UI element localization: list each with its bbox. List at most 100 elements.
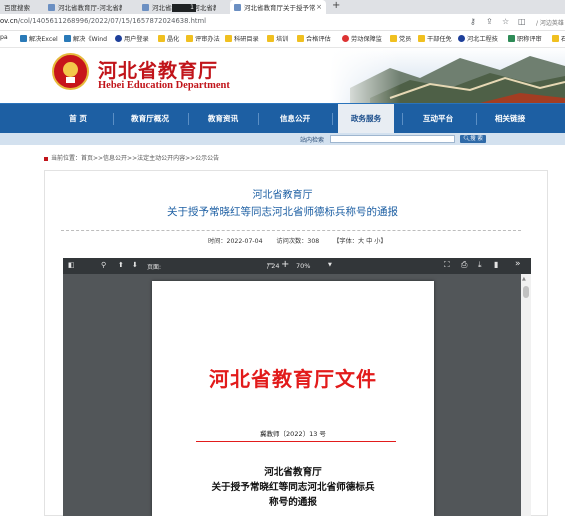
folder-icon <box>267 35 274 42</box>
search-label: 站内检索 <box>300 137 325 144</box>
document-subtitle-line: 河北省教育厅 <box>264 467 322 478</box>
breadcrumb[interactable]: 当前位置：首页>>信息公开>>法定主动公开内容>>公示公告 <box>44 153 219 162</box>
article-meta: 时间：2022-07-04 访问次数：308 【字体：大 中 小】 <box>208 236 399 245</box>
fullscreen-icon[interactable]: ⛶ <box>444 260 450 270</box>
bookmark-item[interactable]: 科研目录 <box>225 34 259 43</box>
extension-icon[interactable]: ◫ <box>518 17 526 26</box>
tab-label: 河北省教育厅关于授予常 <box>244 4 316 12</box>
bookmark-item[interactable]: 党员 <box>390 34 411 43</box>
zoom-in-button[interactable]: + <box>281 259 289 270</box>
next-page-icon[interactable]: ⬇ <box>132 261 138 269</box>
profile-label[interactable]: / 河边英雄 <box>536 18 564 27</box>
bookmark-icon <box>458 35 465 42</box>
document-subtitle-line: 关于授予常晓红等同志河北省师德标兵 <box>211 482 375 493</box>
nav-divider <box>258 113 259 125</box>
bookmark-item[interactable]: 用户登录 <box>115 34 149 43</box>
bookmark-item[interactable]: 合格评估 <box>297 34 331 43</box>
document-number: 冀教师〔2022〕13 号 <box>260 430 326 438</box>
site-title-cn[interactable]: 河北省教育厅 <box>98 56 218 83</box>
zoom-out-button[interactable]: − <box>266 259 274 270</box>
bookmark-icon <box>64 35 71 42</box>
view-count: 访问次数：308 <box>276 238 320 245</box>
nav-gov-service[interactable]: 政务服务 <box>338 104 394 134</box>
great-wall-banner <box>330 48 565 103</box>
bookmark-item[interactable]: 石 <box>552 34 565 43</box>
bookmark-item[interactable]: 晶化 <box>158 34 179 43</box>
download-icon[interactable]: ⤓ <box>478 260 482 270</box>
nav-overview[interactable]: 教育厅概况 <box>120 104 180 134</box>
site-favicon-icon <box>48 3 55 11</box>
main-nav: 首 页 教育厅概况 教育资讯 信息公开 政务服务 互动平台 相关链接 <box>0 103 565 134</box>
bookmark-icon <box>115 35 122 42</box>
search-input[interactable] <box>330 135 455 143</box>
nav-info-public[interactable]: 信息公开 <box>265 104 325 134</box>
tab-label: 百度搜索 <box>4 4 30 12</box>
tab-hebei-1[interactable]: 河北省教育厅-河北省教 × <box>44 0 122 14</box>
nav-links[interactable]: 相关链接 <box>482 104 538 134</box>
article-divider <box>61 230 521 231</box>
site-favicon-icon <box>234 3 241 11</box>
more-tools-icon[interactable]: » <box>515 259 521 269</box>
nav-news[interactable]: 教育资讯 <box>195 104 251 134</box>
folder-icon <box>297 35 304 42</box>
site-search-bar: 站内检索 🔍︎搜 索 <box>0 133 565 145</box>
nav-interaction[interactable]: 互动平台 <box>408 104 468 134</box>
nav-divider <box>402 113 403 125</box>
location-marker-icon <box>44 156 48 161</box>
article-title-line1: 河北省教育厅 <box>252 190 313 201</box>
tab-label: 河北省教育厅-河北省教 <box>58 4 122 12</box>
folder-icon <box>390 35 397 42</box>
key-icon[interactable]: ⚷ <box>470 17 476 26</box>
bookmark-item[interactable]: 评审办法 <box>186 34 220 43</box>
nav-home[interactable]: 首 页 <box>50 104 106 134</box>
folder-icon <box>158 35 165 42</box>
nav-divider <box>476 113 477 125</box>
site-favicon-icon <box>142 3 149 11</box>
nav-divider <box>113 113 114 125</box>
bookmark-icon <box>20 35 27 42</box>
prev-page-icon[interactable]: ⬆ <box>118 261 124 269</box>
page-scrollbar[interactable] <box>521 274 531 516</box>
bookmark-icon <box>508 35 515 42</box>
tab-baidu[interactable]: 百度搜索 <box>0 0 40 14</box>
new-tab-button[interactable]: + <box>332 0 340 11</box>
bookmark-star-icon[interactable]: ☆ <box>502 17 509 26</box>
sidebar-toggle-icon[interactable]: ◧ <box>68 261 75 269</box>
folder-icon <box>225 35 232 42</box>
url-text[interactable]: ov.cn/col/1405611268996/2022/07/15/16578… <box>0 17 300 25</box>
document-red-header: 河北省教育厅文件 <box>209 367 377 391</box>
scroll-up-arrow-icon[interactable]: ▲ <box>522 276 526 282</box>
publish-date: 时间：2022-07-04 <box>208 238 263 245</box>
search-icon[interactable]: ⚲ <box>101 261 106 269</box>
bookmark-item[interactable]: 干部任免 <box>418 34 452 43</box>
document-subtitle-line: 称号的通报 <box>269 497 317 508</box>
bookmark-item[interactable]: 培训 <box>267 34 288 43</box>
site-title-en: Hebei Education Department <box>98 80 230 91</box>
nav-divider <box>188 113 189 125</box>
bookmark-item[interactable]: 解决Excel <box>20 34 58 43</box>
red-separator-line <box>196 441 396 442</box>
scrollbar-thumb[interactable] <box>523 286 529 298</box>
font-size-control[interactable]: 【字体：大 中 小】 <box>333 238 386 245</box>
folder-icon <box>552 35 559 42</box>
bookmark-item[interactable]: 职称评审 <box>508 34 542 43</box>
page-number-input[interactable]: 1 <box>172 4 196 12</box>
bookmark-icon[interactable]: ▮ <box>494 260 498 269</box>
bookmark-item[interactable]: 劳动保障监 <box>342 34 382 43</box>
print-icon[interactable]: ⎙ <box>461 260 467 270</box>
article-title-line2: 关于授予常晓红等同志河北省师德标兵称号的通报 <box>167 206 398 218</box>
education-emblem-icon <box>52 53 89 90</box>
bookmark-item[interactable]: 河北工程技 <box>458 34 498 43</box>
close-icon[interactable]: × <box>316 3 322 11</box>
search-button[interactable]: 🔍︎搜 索 <box>460 135 486 143</box>
chevron-down-icon[interactable]: ▼ <box>328 262 332 268</box>
tab-active-article[interactable]: 河北省教育厅关于授予常 × <box>230 0 326 14</box>
nav-divider <box>332 113 333 125</box>
bookmark-item[interactable]: pa <box>0 34 8 41</box>
folder-icon <box>418 35 425 42</box>
bookmark-item[interactable]: 解决《Wind <box>64 34 107 43</box>
browser-tab-strip: 百度搜索 河北省教育厅-河北省教 × 河北省教育厅-河北省教 × 河北省教育厅关… <box>0 0 565 14</box>
share-icon[interactable]: ⇪ <box>486 17 493 26</box>
zoom-level[interactable]: 70% <box>296 262 310 270</box>
address-bar[interactable]: ov.cn/col/1405611268996/2022/07/15/16578… <box>0 14 565 31</box>
